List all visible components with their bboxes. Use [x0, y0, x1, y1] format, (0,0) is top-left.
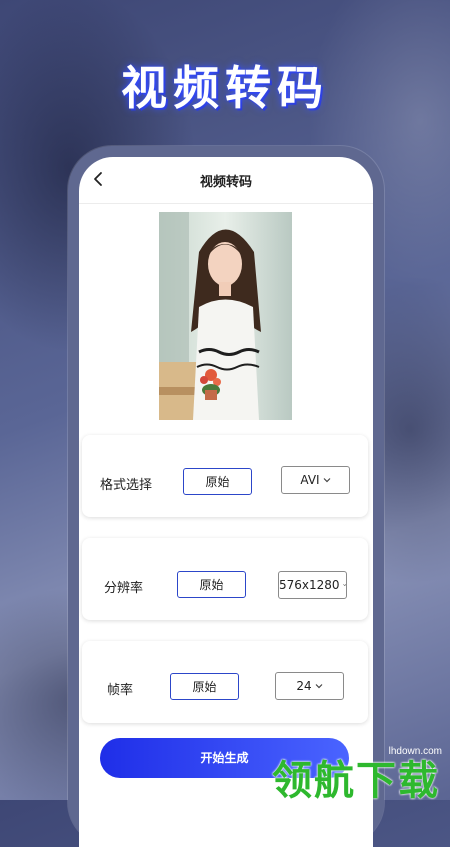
video-preview-image[interactable]	[159, 212, 292, 420]
app-screen: 视频转码 格式选择 原始 AVI 分辨率 原始 576x1280 帧率 原始 2…	[79, 157, 373, 847]
chevron-down-icon	[342, 584, 346, 587]
chevron-down-icon	[315, 684, 323, 689]
chevron-down-icon	[323, 478, 331, 483]
watermark-text: 领航下载	[272, 758, 440, 804]
resolution-card: 分辨率 原始 576x1280	[82, 538, 368, 620]
resolution-select[interactable]: 576x1280	[278, 571, 347, 599]
format-select[interactable]: AVI	[281, 466, 350, 494]
framerate-select-value: 24	[296, 679, 312, 693]
page-title: 视频转码	[199, 175, 252, 190]
framerate-select[interactable]: 24	[275, 672, 344, 700]
resolution-original-button[interactable]: 原始	[177, 571, 246, 598]
framerate-label: 帧率	[107, 683, 134, 698]
framerate-card: 帧率 原始 24	[82, 641, 368, 723]
framerate-original-button[interactable]: 原始	[170, 673, 239, 700]
format-original-button[interactable]: 原始	[183, 468, 252, 495]
format-label: 格式选择	[100, 478, 153, 493]
hero-title: 视频转码	[121, 61, 329, 115]
format-select-value: AVI	[300, 473, 320, 487]
resolution-select-value: 576x1280	[279, 578, 340, 592]
resolution-label: 分辨率	[104, 581, 144, 596]
nav-bar: 视频转码	[79, 157, 373, 204]
format-card: 格式选择 原始 AVI	[82, 435, 368, 517]
